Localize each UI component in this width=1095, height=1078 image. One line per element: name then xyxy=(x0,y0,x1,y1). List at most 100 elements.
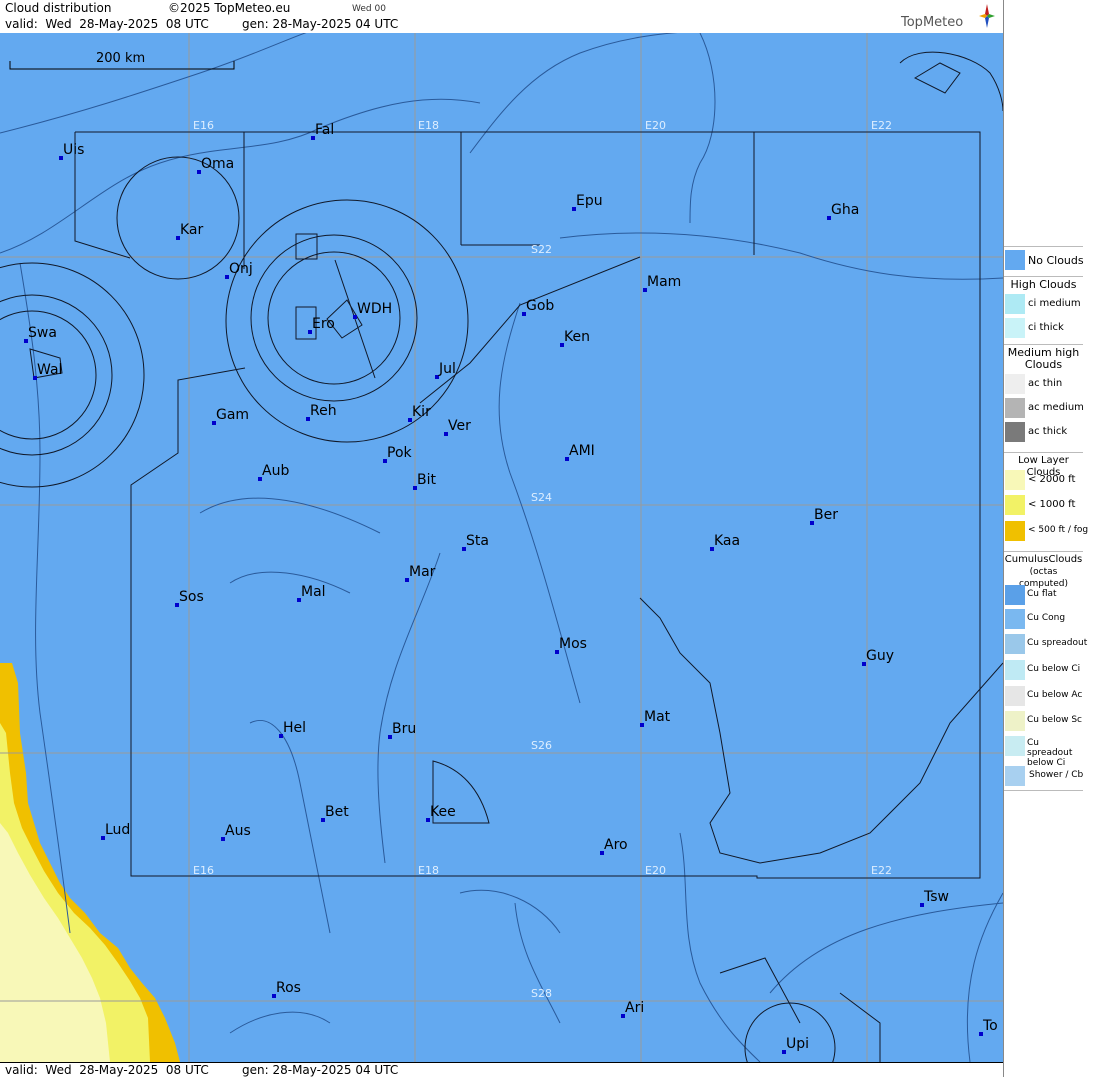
grid-label-top-e22: E22 xyxy=(871,119,892,132)
legend-label: ac thick xyxy=(1028,426,1068,437)
town-label: Mat xyxy=(644,709,671,725)
town-label: Ero xyxy=(312,316,335,332)
grid-label-top-e18: E18 xyxy=(418,119,439,132)
swatch-cu-spreadout xyxy=(1005,634,1025,654)
town-label: Mal xyxy=(301,584,326,600)
town-label: Upi xyxy=(786,1036,810,1052)
town-label: Fal xyxy=(315,122,335,138)
town-label: Jul xyxy=(439,361,456,377)
legend-label: Cu below Ac xyxy=(1027,690,1083,700)
town-label: Kar xyxy=(180,222,204,238)
footer-gen: gen: 28-May-2025 04 UTC xyxy=(242,1063,399,1077)
map-geometry xyxy=(0,33,1003,1062)
town-label: Bru xyxy=(392,721,417,737)
swatch-shower-cb xyxy=(1005,766,1025,786)
town-label: Mar xyxy=(409,564,436,580)
grid-label-bottom-e16: E16 xyxy=(193,864,214,877)
compass-icon xyxy=(979,4,995,28)
legend-ac-thick: ac thick xyxy=(1004,422,1084,444)
legend-ac-thin: ac thin xyxy=(1004,374,1084,396)
legend-end-rule xyxy=(1004,790,1083,791)
run-label: Wed 00 xyxy=(352,4,386,14)
legend-label: ac medium xyxy=(1028,402,1084,413)
legend-label: Cu spreadout xyxy=(1027,638,1088,648)
town-label: Onj xyxy=(229,261,253,277)
town-label: Kee xyxy=(430,804,456,820)
legend-label: Shower / Cb xyxy=(1029,770,1084,780)
legend-cu-spreadout: Cu spreadout xyxy=(1004,634,1088,656)
town-label: Oma xyxy=(201,156,235,172)
town-label: Mam xyxy=(647,274,682,290)
low-cloud-area xyxy=(0,663,180,1062)
copyright: ©2025 TopMeteo.eu xyxy=(168,1,291,15)
swatch-ac-medium xyxy=(1005,398,1025,418)
town-label: Ken xyxy=(564,329,590,345)
town-label: Kir xyxy=(412,404,431,420)
town-label: Wal xyxy=(37,362,63,378)
swatch-cu-flat xyxy=(1005,585,1025,605)
legend-label: < 500 ft / fog xyxy=(1028,525,1089,535)
town-label: Bet xyxy=(325,804,349,820)
town-label: Gob xyxy=(526,298,555,314)
town-label: Ver xyxy=(448,418,471,434)
legend-label: < 1000 ft xyxy=(1028,499,1076,510)
legend-high-title: High Clouds xyxy=(1010,278,1077,291)
grid-label-top-e16: E16 xyxy=(193,119,214,132)
map-header: Cloud distribution ©2025 TopMeteo.eu Wed… xyxy=(0,0,1003,34)
grid-label-s22: S22 xyxy=(531,243,552,256)
town-label: To xyxy=(983,1018,998,1034)
town-label: Swa xyxy=(28,325,57,341)
grid-label-s28: S28 xyxy=(531,987,552,1000)
gen-time: gen: 28-May-2025 04 UTC xyxy=(242,17,399,31)
town-label: Gha xyxy=(831,202,860,218)
legend-label: Cu spreadout below Ci xyxy=(1027,738,1073,768)
town-label: Ari xyxy=(625,1000,645,1016)
town-label: Reh xyxy=(310,403,337,419)
legend-label: Cu below Sc xyxy=(1027,715,1082,725)
town-label: Ber xyxy=(814,507,838,523)
swatch-low-2000 xyxy=(1005,470,1025,490)
legend-cu-below-ac: Cu below Ac xyxy=(1004,686,1084,708)
footer-valid: valid: Wed 28-May-2025 08 UTC xyxy=(5,1063,209,1077)
legend-cu-spreadout-below-ci: Cu spreadout below Ci xyxy=(1004,736,1084,768)
legend-low-2000: < 2000 ft xyxy=(1004,470,1084,492)
cloud-map[interactable]: 200 km E16 E18 E20 E22 E16 E18 E20 E22 S… xyxy=(0,33,1003,1062)
legend-medium-title: Medium high Clouds xyxy=(1007,346,1080,371)
legend-no-clouds-section xyxy=(1004,246,1083,247)
legend-label: Cu flat xyxy=(1027,589,1057,599)
legend-ci-thick: ci thick xyxy=(1004,318,1084,340)
legend-cu-below-sc: Cu below Sc xyxy=(1004,711,1084,733)
town-label: WDH xyxy=(357,301,393,317)
lat-lon-grid xyxy=(0,33,1003,1062)
swatch-no-clouds xyxy=(1005,250,1025,270)
legend-cu-title: CumulusClouds xyxy=(1004,554,1083,565)
legend-label: No Clouds xyxy=(1028,254,1084,267)
town-label: Sta xyxy=(466,533,489,549)
valid-time: valid: Wed 28-May-2025 08 UTC xyxy=(5,17,209,31)
swatch-ci-medium xyxy=(1005,294,1025,314)
town-label: Sos xyxy=(179,589,204,605)
legend-high-section: High Clouds xyxy=(1004,276,1083,291)
legend-label: ci thick xyxy=(1028,322,1064,333)
swatch-cu-below-ci xyxy=(1005,660,1025,680)
grid-label-bottom-e18: E18 xyxy=(418,864,439,877)
legend-no-clouds: No Clouds xyxy=(1004,250,1084,272)
swatch-ac-thick xyxy=(1005,422,1025,442)
logo-text: TopMeteo xyxy=(901,15,964,30)
swatch-cu-cong xyxy=(1005,609,1025,629)
grid-label-bottom-e20: E20 xyxy=(645,864,666,877)
legend-label: Cu below Ci xyxy=(1027,664,1081,674)
legend-medium-section: Medium high Clouds xyxy=(1004,344,1083,371)
town-label: Lud xyxy=(105,822,131,838)
town-label: Hel xyxy=(283,720,307,736)
legend-panel: No Clouds High Clouds ci medium ci thick… xyxy=(1003,0,1095,1077)
swatch-cu-spreadout-below-ci xyxy=(1005,736,1025,756)
swatch-cu-below-ac xyxy=(1005,686,1025,706)
town-label: Gam xyxy=(216,407,250,423)
legend-label: ac thin xyxy=(1028,378,1063,389)
swatch-cu-below-sc xyxy=(1005,711,1025,731)
grid-label-top-e20: E20 xyxy=(645,119,666,132)
town-label: Bit xyxy=(417,472,436,488)
swatch-low-fog xyxy=(1005,521,1025,541)
swatch-ci-thick xyxy=(1005,318,1025,338)
